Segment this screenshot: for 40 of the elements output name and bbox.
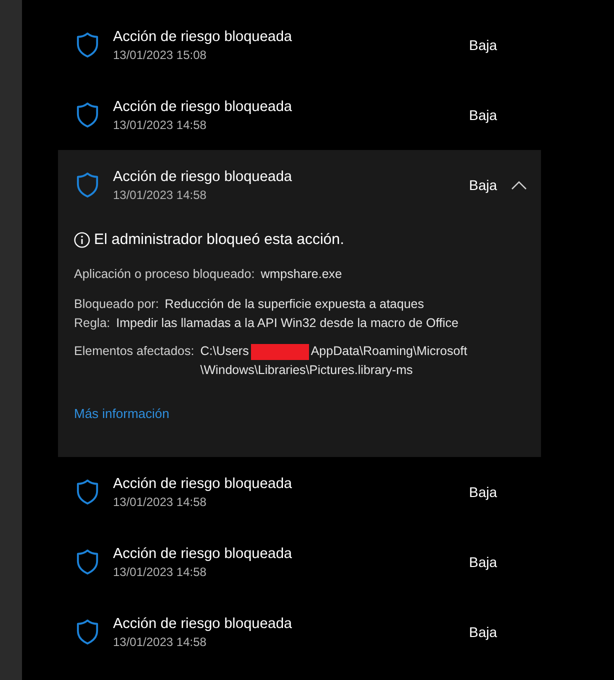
shield-icon	[76, 172, 99, 198]
alert-date: 13/01/2023 14:58	[113, 564, 208, 580]
shield-icon	[76, 102, 99, 128]
alert-title: Acción de riesgo bloqueada	[113, 28, 293, 46]
alert-title: Acción de riesgo bloqueada	[113, 474, 293, 494]
severity-label: Baja	[469, 623, 498, 641]
alert-date: 13/01/2023 14:58	[113, 186, 208, 202]
field-value: Impedir las llamadas a la API Win32 desde la macro de Office	[116, 315, 458, 332]
field-label: Regla:	[74, 315, 110, 332]
info-icon	[74, 232, 90, 248]
shield-icon	[76, 32, 99, 58]
shield-icon	[76, 549, 99, 575]
severity-label: Baja	[469, 553, 498, 571]
field-value: Reducción de la superficie expuesta a ataques	[164, 296, 424, 313]
alert-date: 13/01/2023 14:58	[113, 116, 208, 132]
field-label: Elementos afectados:	[74, 343, 194, 360]
alert-title: Acción de riesgo bloqueada	[113, 544, 293, 564]
field-label: Bloqueado por:	[74, 296, 159, 313]
shield-icon	[76, 479, 99, 505]
alert-title: Acción de riesgo bloqueada	[113, 168, 293, 186]
shield-icon	[76, 619, 99, 645]
severity-label: Baja	[469, 106, 498, 124]
field-value: wmpshare.exe	[260, 266, 342, 283]
alert-date: 13/01/2023 15:08	[113, 46, 208, 62]
field-value: \Windows\Libraries\Pictures.library-ms	[200, 362, 413, 379]
alert-date: 13/01/2023 14:58	[113, 634, 208, 650]
redaction-block	[250, 344, 309, 360]
field-label: Aplicación o proceso bloqueado:	[74, 266, 255, 283]
severity-label: Baja	[469, 483, 498, 501]
severity-label: Baja	[469, 36, 498, 54]
field-value: C:\Users	[200, 343, 249, 360]
alert-date: 13/01/2023 14:58	[113, 494, 208, 510]
alert-title: Acción de riesgo bloqueada	[113, 98, 293, 116]
expanded-alert-card[interactable]	[58, 150, 541, 457]
more-info-link[interactable]: Más información	[74, 404, 170, 423]
field-value: AppData\Roaming\Microsoft	[310, 343, 468, 360]
severity-label: Baja	[469, 176, 498, 194]
alert-title: Acción de riesgo bloqueada	[113, 614, 293, 634]
chevron-up-icon[interactable]	[511, 180, 528, 190]
notice-text: El administrador bloqueó esta acción.	[94, 230, 344, 250]
